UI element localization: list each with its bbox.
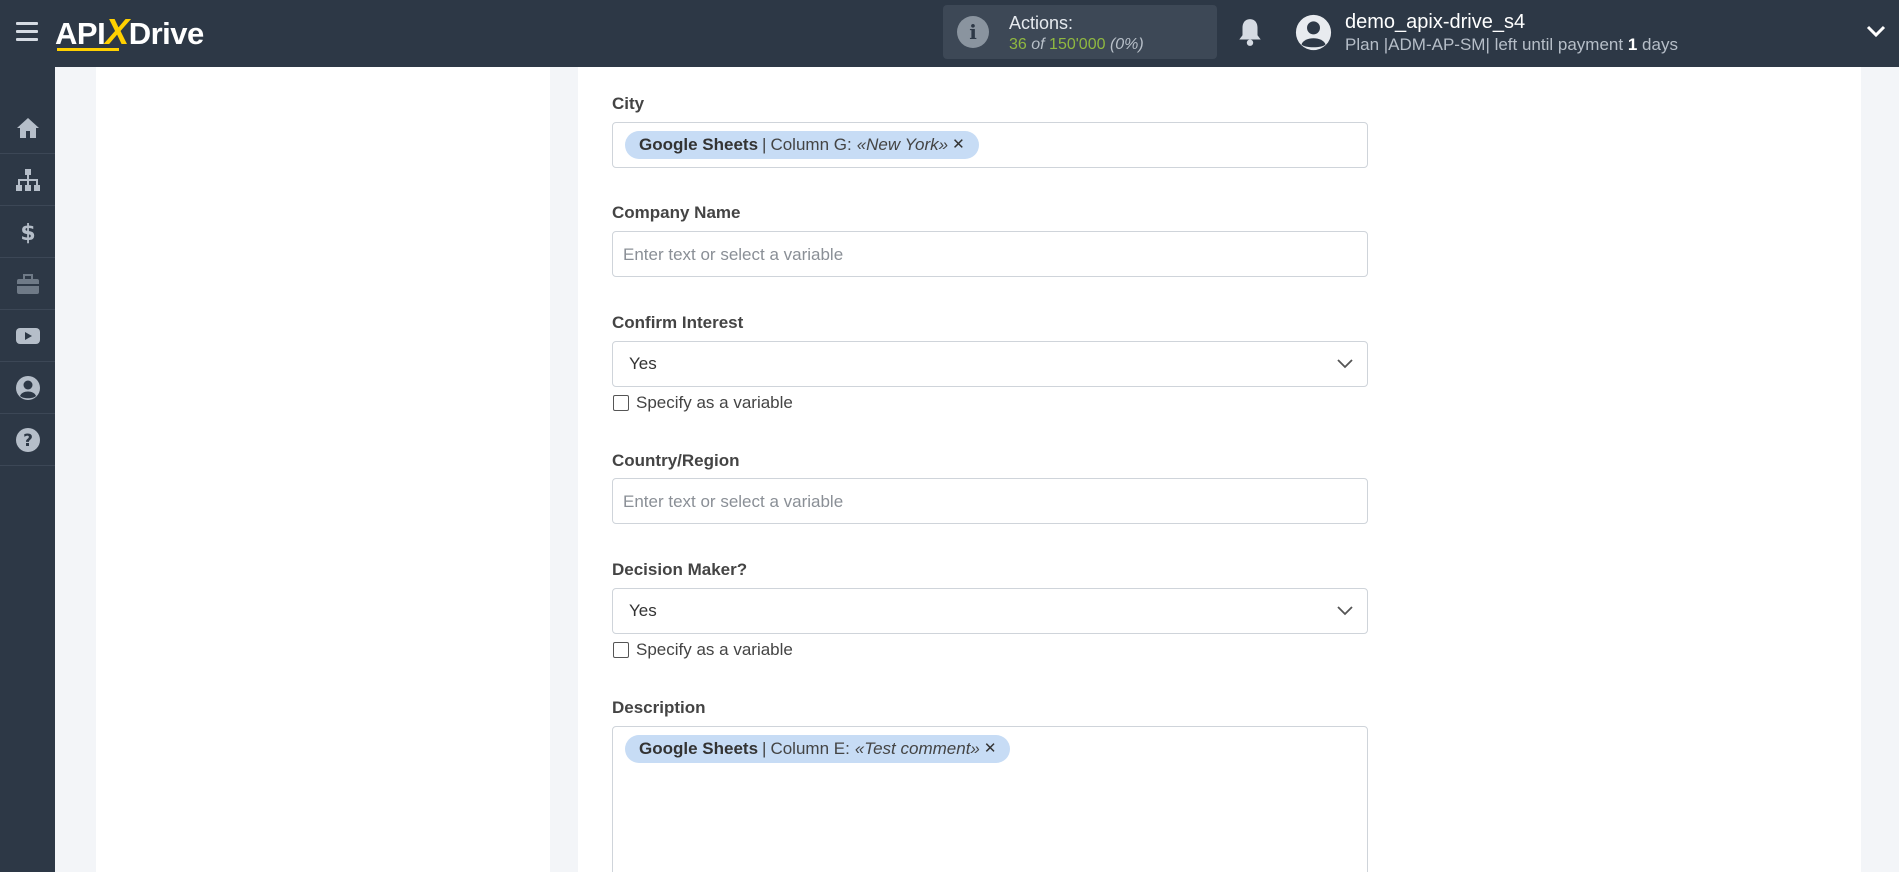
logo-prefix: API xyxy=(55,16,106,51)
confirm-interest-value: Yes xyxy=(629,354,657,373)
decision-maker-variable-row: Specify as a variable xyxy=(613,640,793,660)
actions-counter: i Actions: 36 of 150'000 (0%) xyxy=(943,5,1217,59)
actions-percent: (0%) xyxy=(1109,36,1144,53)
briefcase-icon xyxy=(16,274,39,294)
chip-source: Google Sheets xyxy=(639,739,759,758)
company-name-placeholder: Enter text or select a variable xyxy=(623,245,844,264)
svg-text:?: ? xyxy=(23,431,33,451)
plan-days-word: days xyxy=(1642,35,1678,54)
confirm-interest-select[interactable]: Yes xyxy=(612,341,1368,387)
user-plan: Plan |ADM-AP-SM| left until payment 1 da… xyxy=(1345,35,1678,55)
svg-text:$: $ xyxy=(20,221,35,245)
actions-title: Actions: xyxy=(1009,13,1074,33)
checkbox-label: Specify as a variable xyxy=(636,393,793,412)
logo-underline xyxy=(57,48,119,51)
company-name-label: Company Name xyxy=(612,203,741,222)
chevron-down-icon[interactable] xyxy=(1866,24,1886,38)
youtube-icon xyxy=(15,328,40,344)
chevron-down-icon xyxy=(1337,606,1353,616)
plan-days-number: 1 xyxy=(1627,35,1638,54)
variable-chip: Google Sheets | Column G: «New York» ✕ xyxy=(625,131,979,159)
confirm-interest-variable-checkbox[interactable] xyxy=(613,395,629,411)
chip-value: «New York» xyxy=(856,135,949,154)
sitemap-icon xyxy=(15,169,40,191)
decision-maker-variable-checkbox[interactable] xyxy=(613,642,629,658)
chip-separator: | xyxy=(762,135,767,154)
description-textarea[interactable]: Google Sheets | Column E: «Test comment»… xyxy=(612,726,1368,872)
avatar-icon[interactable] xyxy=(1295,14,1332,51)
chip-column: Column E: xyxy=(770,739,850,758)
actions-stats: 36 of 150'000 (0%) xyxy=(1009,36,1144,54)
sidebar-item-videos[interactable] xyxy=(0,311,55,362)
sidebar-item-services[interactable] xyxy=(0,259,55,310)
user-name[interactable]: demo_apix-drive_s4 xyxy=(1345,11,1525,34)
city-input[interactable]: Google Sheets | Column G: «New York» ✕ xyxy=(612,122,1368,168)
country-region-placeholder: Enter text or select a variable xyxy=(623,492,844,511)
chip-value: «Test comment» xyxy=(854,739,980,758)
plan-text: Plan |ADM-AP-SM| left until payment xyxy=(1345,35,1624,54)
sidebar-item-connections[interactable] xyxy=(0,155,55,206)
info-icon: i xyxy=(957,16,989,48)
confirm-interest-variable-row: Specify as a variable xyxy=(613,393,793,413)
company-name-input[interactable]: Enter text or select a variable xyxy=(612,231,1368,277)
close-icon[interactable]: ✕ xyxy=(984,735,997,763)
chip-source: Google Sheets xyxy=(639,135,759,154)
decision-maker-label: Decision Maker? xyxy=(612,560,748,579)
sidebar-item-billing[interactable]: $ xyxy=(0,207,55,258)
chip-column: Column G: xyxy=(770,135,852,154)
country-region-label: Country/Region xyxy=(612,451,740,470)
left-panel xyxy=(96,67,550,872)
bell-icon[interactable] xyxy=(1237,17,1263,47)
city-label: City xyxy=(612,94,645,113)
logo-suffix: Drive xyxy=(128,16,205,51)
sidebar-item-profile[interactable] xyxy=(0,363,55,414)
home-icon xyxy=(16,118,39,138)
chevron-down-icon xyxy=(1337,359,1353,369)
variable-chip: Google Sheets | Column E: «Test comment»… xyxy=(625,735,1011,763)
chip-separator: | xyxy=(762,739,767,758)
user-circle-icon xyxy=(15,376,40,400)
close-icon[interactable]: ✕ xyxy=(952,131,965,159)
decision-maker-select[interactable]: Yes xyxy=(612,588,1368,634)
menu-icon[interactable] xyxy=(16,22,38,42)
logo[interactable]: APIXDrive xyxy=(55,12,204,52)
sidebar-item-help[interactable]: ? xyxy=(0,415,55,466)
description-label: Description xyxy=(612,698,706,717)
actions-total: 150'000 xyxy=(1049,36,1106,53)
help-icon: ? xyxy=(15,428,40,452)
actions-of: of xyxy=(1031,36,1045,53)
checkbox-label: Specify as a variable xyxy=(636,640,793,659)
confirm-interest-label: Confirm Interest xyxy=(612,313,744,332)
country-region-input[interactable]: Enter text or select a variable xyxy=(612,478,1368,524)
top-bar: APIXDrive i Actions: 36 of 150'000 (0%) … xyxy=(0,0,1899,67)
sidebar: $ ? xyxy=(0,67,55,872)
actions-used: 36 xyxy=(1009,36,1027,53)
logo-x: X xyxy=(105,11,129,52)
decision-maker-value: Yes xyxy=(629,601,657,620)
sidebar-item-home[interactable] xyxy=(0,103,55,154)
dollar-icon: $ xyxy=(20,221,35,245)
